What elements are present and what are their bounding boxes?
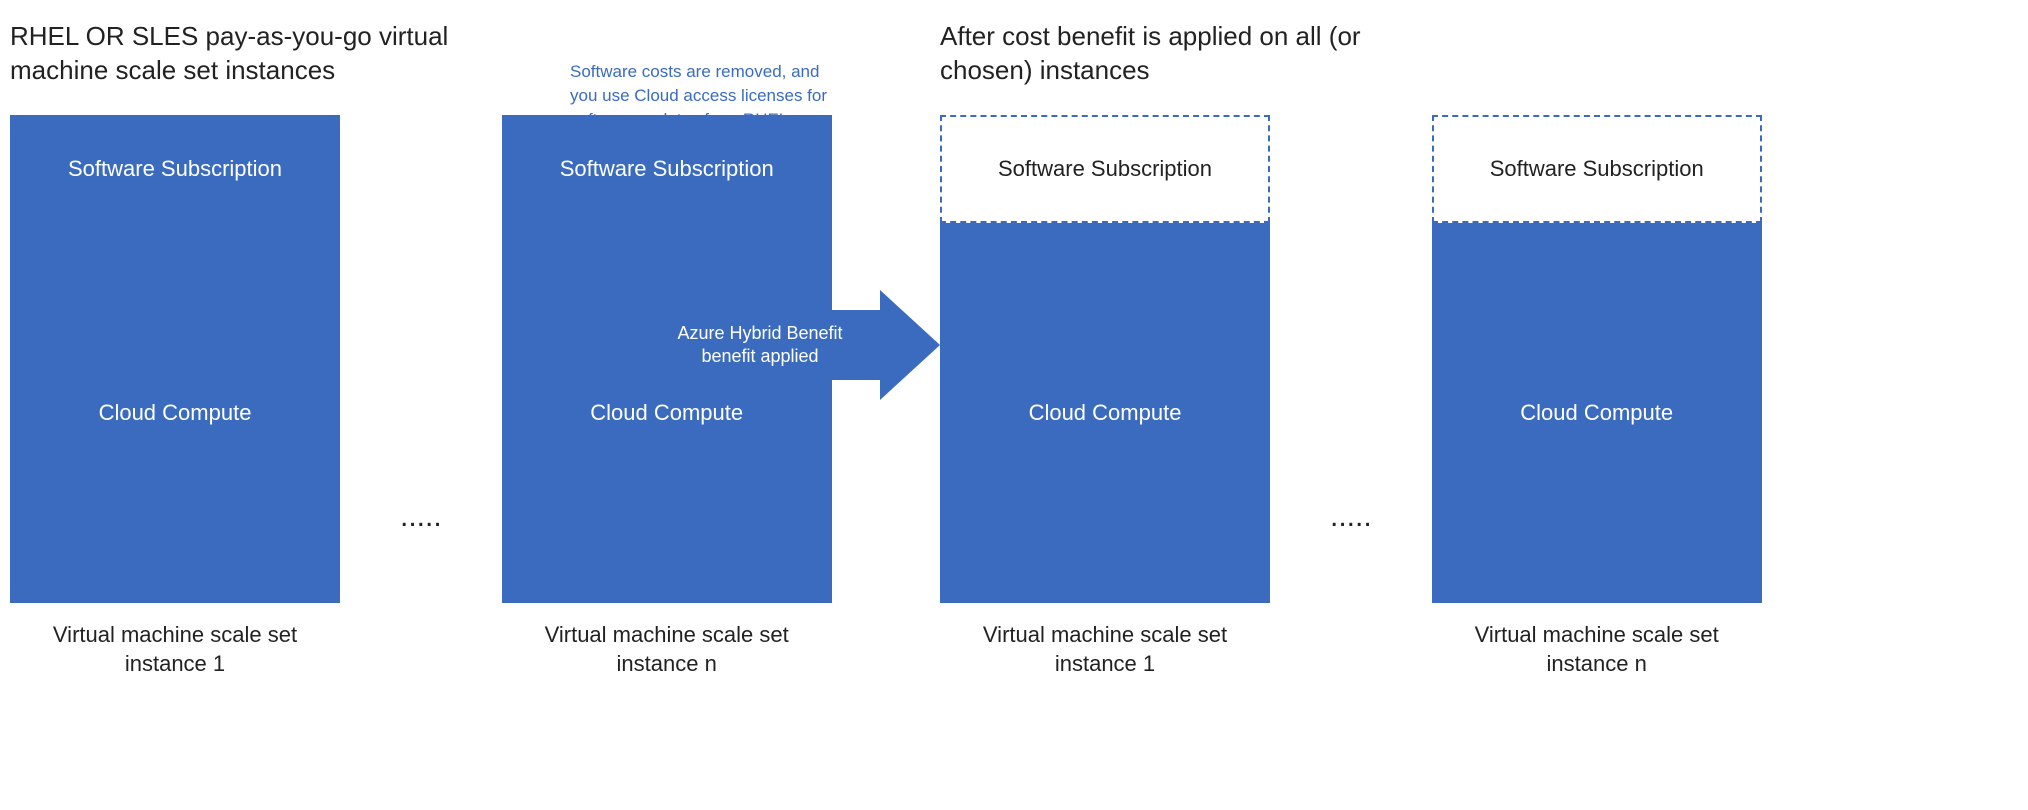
- azure-hybrid-benefit-arrow: Azure Hybrid Benefit benefit applied: [640, 290, 940, 400]
- arrow-label: Azure Hybrid Benefit benefit applied: [640, 310, 880, 380]
- left-section-title: RHEL OR SLES pay-as-you-go virtual machi…: [10, 20, 510, 88]
- left-vmn-software-subscription: Software Subscription: [502, 115, 832, 223]
- left-vm-1-column: Software Subscription Cloud Compute Virt…: [10, 115, 340, 678]
- diagram-container: RHEL OR SLES pay-as-you-go virtual machi…: [0, 0, 2028, 810]
- right-vm1-software-subscription: Software Subscription: [940, 115, 1270, 223]
- right-vm-1-column: Software Subscription Cloud Compute Virt…: [940, 115, 1270, 678]
- right-section-title: After cost benefit is applied on all (or…: [940, 20, 1440, 88]
- arrow-pointer: [880, 290, 940, 400]
- left-vmn-label: Virtual machine scale set instance n: [502, 621, 832, 678]
- right-vmn-software-subscription: Software Subscription: [1432, 115, 1762, 223]
- right-ellipsis: .....: [1330, 500, 1372, 534]
- right-vms-container: Software Subscription Cloud Compute Virt…: [940, 115, 1762, 678]
- right-vmn-cloud-compute: Cloud Compute: [1432, 223, 1762, 603]
- left-vm1-label: Virtual machine scale set instance 1: [10, 621, 340, 678]
- right-vmn-label: Virtual machine scale set instance n: [1432, 621, 1762, 678]
- left-vm1-cloud-compute: Cloud Compute: [10, 223, 340, 603]
- left-vm1-software-subscription: Software Subscription: [10, 115, 340, 223]
- right-vm1-label: Virtual machine scale set instance 1: [940, 621, 1270, 678]
- right-vm1-cloud-compute: Cloud Compute: [940, 223, 1270, 603]
- left-vmn-cloud-compute: Cloud Compute: [502, 223, 832, 603]
- left-ellipsis: .....: [400, 500, 442, 534]
- right-vm-n-column: Software Subscription Cloud Compute Virt…: [1432, 115, 1762, 678]
